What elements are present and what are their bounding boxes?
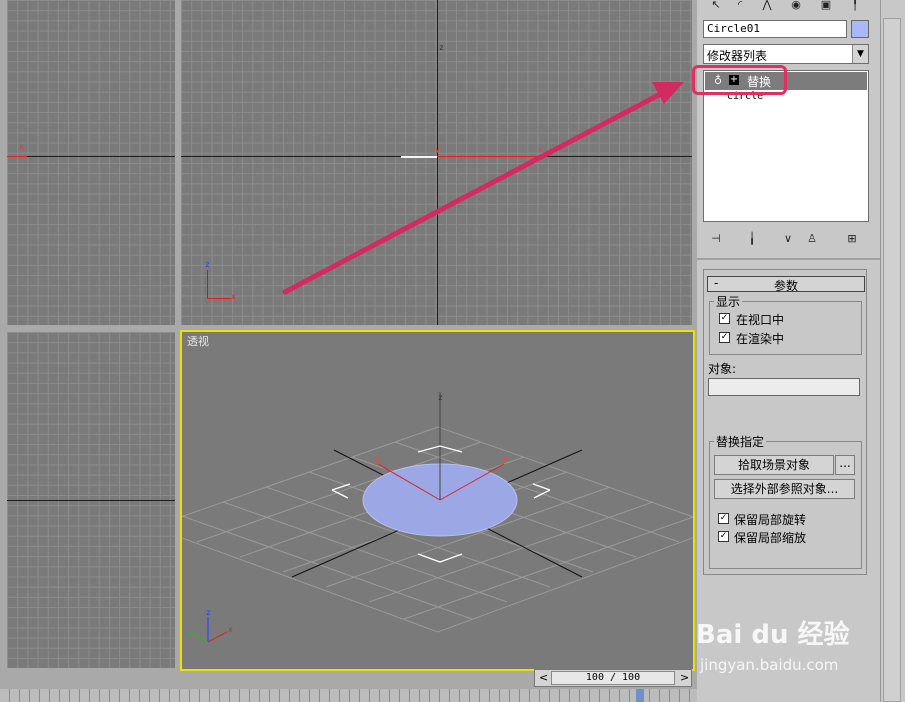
rollout-header[interactable]: - 参数 — [707, 276, 865, 293]
perspective-scene: y x z z x y — [182, 392, 693, 643]
keep-rotation-label: 保留局部旋转 — [734, 513, 807, 527]
keep-rotation-checkbox[interactable]: ✓ — [718, 513, 729, 524]
annotation-highlight-box — [692, 65, 787, 95]
object-name-field[interactable]: Circle01 — [703, 20, 847, 38]
keep-scale-label: 保留局部缩放 — [734, 531, 807, 545]
command-panel: ↖ ◜ ⋀ ◉ ▣ ╿ Circle01 修改器列表 ▼ ♁ + 替换 Circ… — [692, 0, 880, 702]
rollout-title: 参数 — [774, 279, 799, 293]
utilities-tab-icon[interactable]: ╿ — [849, 0, 861, 12]
command-panel-scrollbar[interactable] — [880, 0, 905, 702]
display-tab-icon[interactable]: ▣ — [816, 0, 836, 12]
panel-divider — [697, 258, 880, 260]
gizmo-y-label: y — [435, 145, 440, 154]
in-render-label: 在渲染中 — [736, 332, 785, 346]
axis-tripod-icon: z x y — [188, 608, 233, 643]
display-group-title: 显示 — [714, 293, 743, 310]
x-axis-marker — [7, 156, 27, 157]
command-panel-tabs: ↖ ◜ ⋀ ◉ ▣ ╿ — [697, 0, 880, 14]
create-tab-icon[interactable]: ↖ — [709, 0, 723, 12]
stack-toolbar: ⊣ ╽ ∨ ♙ ⊞ — [703, 228, 869, 248]
viewport-bottom-left[interactable] — [7, 332, 175, 668]
make-unique-icon[interactable]: ∨ — [779, 230, 797, 246]
track-bar[interactable] — [0, 689, 697, 702]
svg-text:z: z — [438, 393, 443, 402]
svg-text:y: y — [188, 627, 193, 636]
viewport-perspective[interactable]: 透视 y x z z x y — [180, 330, 695, 671]
gizmo-x-label: x — [538, 145, 543, 154]
svg-text:z: z — [206, 608, 211, 617]
object-field[interactable] — [708, 378, 860, 396]
show-end-result-icon[interactable]: ╽ — [743, 230, 761, 246]
pin-stack-icon[interactable]: ⊣ — [707, 230, 725, 246]
viewport-top-right[interactable]: y x z z x — [181, 0, 692, 325]
time-prev-button[interactable]: < — [539, 671, 548, 684]
watermark-url: jingyan.baidu.com — [700, 656, 839, 674]
watermark: Bai du 经验 jingyan.baidu.com — [696, 608, 876, 682]
dropdown-arrow-button[interactable]: ▼ — [852, 45, 868, 63]
pick-scene-object-button[interactable]: 拾取场景对象 — [714, 455, 834, 475]
configure-sets-icon[interactable]: ⊞ — [843, 230, 861, 246]
time-slider[interactable]: < 100 / 100 > — [534, 669, 692, 687]
grid-axis-horizontal — [7, 156, 175, 157]
track-bar-marker — [636, 689, 644, 702]
modifier-list-dropdown[interactable]: 修改器列表 ▼ — [703, 44, 869, 64]
scrollbar-thumb[interactable] — [883, 18, 901, 702]
x-axis-gizmo — [437, 156, 547, 157]
time-next-button[interactable]: > — [680, 671, 689, 684]
gizmo-z-label: z — [439, 43, 444, 52]
select-xref-object-button[interactable]: 选择外部参照对象... — [714, 479, 855, 499]
in-viewport-checkbox[interactable]: ✓ — [719, 313, 730, 324]
replace-group-title: 替换指定 — [714, 433, 767, 450]
modify-tab-icon[interactable]: ◜ — [731, 0, 749, 12]
rollout-collapse-glyph: - — [714, 276, 719, 290]
parameters-rollout: - 参数 显示 ✓ 在视口中 ✓ 在渲染中 对象: 替换指定 拾取场景对象 ..… — [703, 269, 867, 575]
remove-modifier-icon[interactable]: ♙ — [803, 230, 821, 246]
viewport-top-left[interactable]: x — [7, 0, 175, 325]
keep-scale-checkbox[interactable]: ✓ — [718, 531, 729, 542]
svg-text:x: x — [503, 455, 508, 464]
viewport-area: x y x z z x 透视 y x z z x y — [0, 0, 697, 690]
ellipsis-button[interactable]: ... — [835, 455, 855, 475]
axis-tripod-icon: z x — [205, 260, 236, 301]
svg-text:y: y — [375, 455, 380, 464]
time-slider-thumb[interactable]: 100 / 100 — [551, 671, 675, 685]
grid-axis-horizontal — [7, 500, 175, 501]
hierarchy-tab-icon[interactable]: ⋀ — [757, 0, 777, 12]
axis-x-label: x — [19, 142, 24, 151]
in-render-checkbox[interactable]: ✓ — [719, 332, 730, 343]
in-viewport-label: 在视口中 — [736, 313, 785, 327]
svg-text:x: x — [228, 625, 233, 634]
motion-tab-icon[interactable]: ◉ — [787, 0, 805, 12]
grid-axis-vertical — [437, 0, 438, 325]
modifier-list-label: 修改器列表 — [707, 49, 768, 63]
object-color-swatch[interactable] — [851, 20, 869, 38]
time-frame-readout: 100 / 100 — [585, 672, 641, 683]
selected-object-edge — [401, 156, 437, 158]
object-label: 对象: — [708, 362, 737, 376]
watermark-logo: Bai du 经验 — [696, 620, 850, 650]
